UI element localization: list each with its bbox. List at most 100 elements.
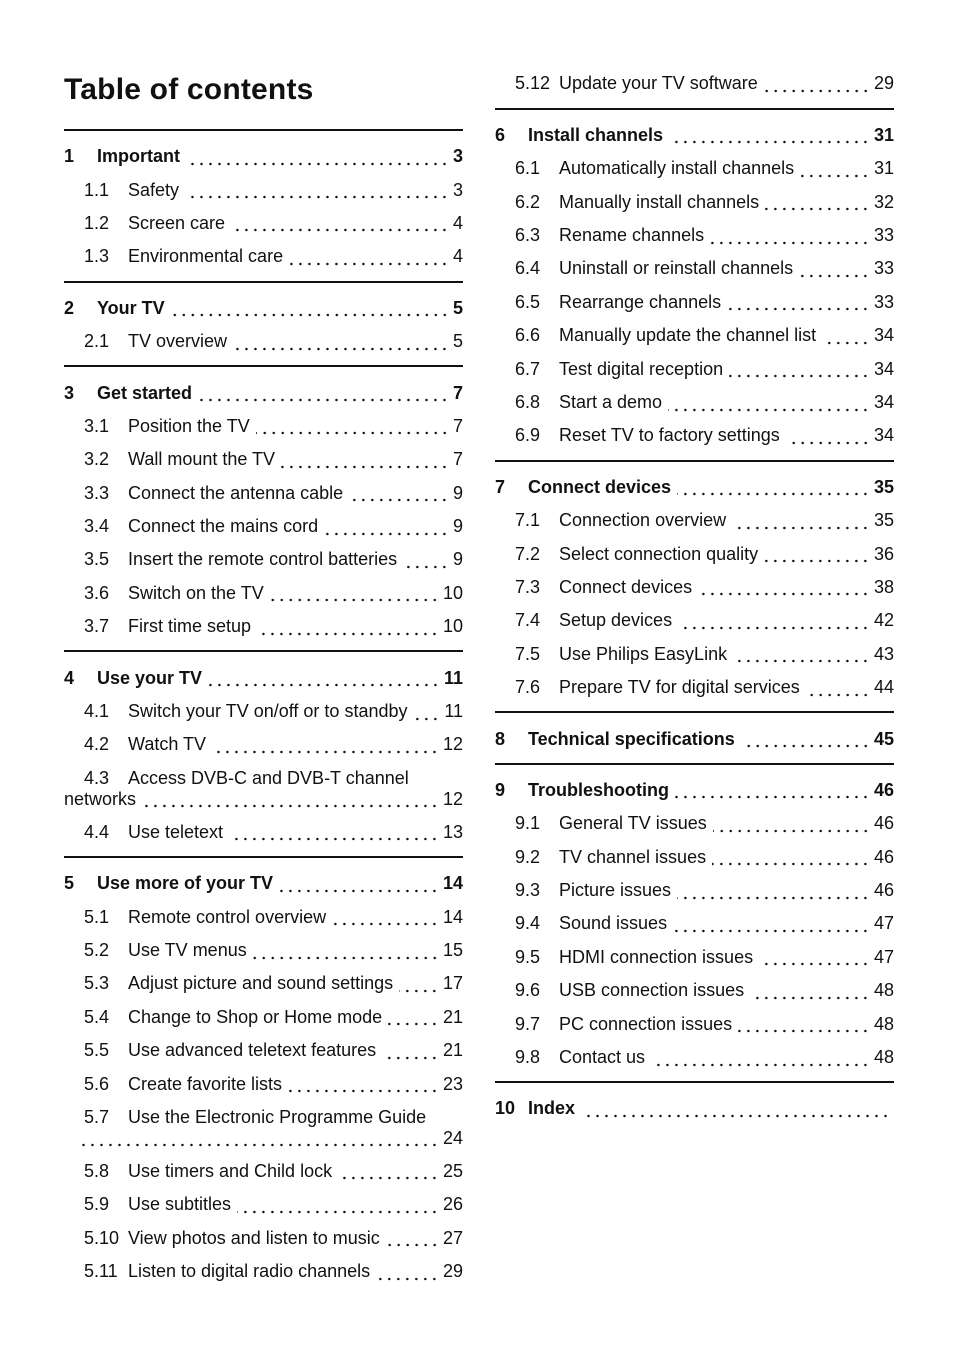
entry-number: 7.6 <box>515 677 541 698</box>
toc-entry[interactable]: 3.5 Insert the remote control batteries 9 <box>64 543 463 576</box>
dot-leader <box>651 1048 870 1067</box>
toc-entry[interactable]: 9.1 General TV issues 46 <box>495 807 894 840</box>
toc-entry[interactable]: 1.3 Environmental care 4 <box>64 240 463 273</box>
toc-entry[interactable]: 7.2 Select connection quality 36 <box>495 537 894 570</box>
entry-number: 1.2 <box>84 212 110 233</box>
toc-entry[interactable]: 6.1 Automatically install channels 31 <box>495 152 894 185</box>
toc-entry[interactable]: 6.9 Reset TV to factory settings 34 <box>495 419 894 452</box>
entry-title: Switch your TV on/off or to standby <box>128 701 408 722</box>
section-title: Use your TV <box>97 667 203 688</box>
toc-entry[interactable]: 3.4 Connect the mains cord 9 <box>64 510 463 543</box>
toc-entry[interactable]: 6.8 Start a demo 34 <box>495 386 894 419</box>
entry-number: 6.2 <box>515 191 541 212</box>
entry-number: 3.2 <box>84 449 110 470</box>
toc-entry[interactable]: 2.1 TV overview 5 <box>64 325 463 358</box>
toc-section-heading[interactable]: 5 Use more of your TV 14 <box>64 867 463 900</box>
toc-section-heading[interactable]: 3 Get started 7 <box>64 376 463 409</box>
dot-leader <box>288 1075 439 1094</box>
toc-entry[interactable]: 5.1 Remote control overview 14 <box>64 900 463 933</box>
toc-entry[interactable]: 9.4 Sound issues 47 <box>495 907 894 940</box>
toc-entry[interactable]: 3.6 Switch on the TV 10 <box>64 577 463 610</box>
toc-entry[interactable]: 9.3 Picture issues 46 <box>495 874 894 907</box>
toc-entry[interactable]: 5.11 Listen to digital radio channels 29 <box>64 1255 463 1288</box>
toc-entry[interactable]: 9.8 Contact us 48 <box>495 1041 894 1074</box>
toc-entry[interactable]: 5.6 Create favorite lists 23 <box>64 1067 463 1100</box>
entry-number: 6.5 <box>515 291 541 312</box>
toc-entry[interactable]: 7.4 Setup devices 42 <box>495 604 894 637</box>
toc-entry[interactable]: 5.3 Adjust picture and sound settings 17 <box>64 967 463 1000</box>
toc-entry[interactable]: 6.3 Rename channels 33 <box>495 219 894 252</box>
toc-entry[interactable]: 6.7 Test digital reception 34 <box>495 352 894 385</box>
toc-section-heading[interactable]: 9 Troubleshooting 46 <box>495 774 894 807</box>
entry-number: 5.5 <box>84 1040 110 1061</box>
toc-entry[interactable]: 5.9 Use subtitles 26 <box>64 1188 463 1221</box>
entry-number: 2.1 <box>84 331 110 352</box>
toc-entry[interactable]: 5.4 Change to Shop or Home mode 21 <box>64 1001 463 1034</box>
toc-entry[interactable]: 3.1 Position the TV 7 <box>64 410 463 443</box>
section-title: Get started <box>97 382 193 403</box>
toc-section-heading[interactable]: 6 Install channels 31 <box>495 119 894 152</box>
dot-leader <box>252 941 439 960</box>
toc-entry[interactable]: 6.6 Manually update the channel list 34 <box>495 319 894 352</box>
toc-entry[interactable]: 9.5 HDMI connection issues 47 <box>495 941 894 974</box>
page-number: 35 <box>873 476 894 497</box>
toc-section-heading[interactable]: 10 Index <box>495 1092 894 1125</box>
toc-entry[interactable]: 5.7 Use the Electronic Programme Guide 24 <box>64 1101 463 1155</box>
toc-entry[interactable]: 9.2 TV channel issues 46 <box>495 841 894 874</box>
dot-leader <box>403 550 449 569</box>
toc-entry[interactable]: 3.3 Connect the antenna cable 9 <box>64 477 463 510</box>
entry-number: 9.2 <box>515 846 541 867</box>
toc-entry[interactable]: 7.6 Prepare TV for digital services 44 <box>495 671 894 704</box>
toc-entry[interactable]: 3.2 Wall mount the TV 7 <box>64 443 463 476</box>
toc-entry[interactable]: 5.2 Use TV menus 15 <box>64 934 463 967</box>
toc-entry[interactable]: 7.5 Use Philips EasyLink 43 <box>495 638 894 671</box>
entry-number: 1.3 <box>84 246 110 267</box>
toc-entry[interactable]: 5.5 Use advanced teletext features 21 <box>64 1034 463 1067</box>
dot-leader <box>740 730 870 749</box>
page-number: 34 <box>873 358 894 379</box>
toc-section-heading[interactable]: 4 Use your TV 11 <box>64 661 463 694</box>
entry-title: TV overview <box>128 331 228 352</box>
page-number: 47 <box>873 946 894 967</box>
dot-leader <box>385 1229 439 1248</box>
toc-entry[interactable]: 4.4 Use teletext 13 <box>64 816 463 849</box>
toc-left-column: Table of contents 1 Important 3 1.1 Safety 3 1… <box>64 62 463 1295</box>
toc-entry[interactable]: 1.1 Safety 3 <box>64 173 463 206</box>
toc-entry[interactable]: 3.7 First time setup 10 <box>64 610 463 643</box>
toc-entry[interactable]: 5.10 View photos and listen to music 27 <box>64 1222 463 1255</box>
entry-title: Use teletext <box>128 821 224 842</box>
toc-entry[interactable]: 4.3 Access DVB-C and DVB-T channel network… <box>64 762 463 816</box>
toc-entry[interactable]: 4.2 Watch TV 12 <box>64 728 463 761</box>
entry-number: 6.3 <box>515 225 541 246</box>
page-number: 34 <box>873 392 894 412</box>
dot-leader <box>281 450 449 469</box>
toc-entry[interactable]: 5.8 Use timers and Child lock 25 <box>64 1155 463 1188</box>
dot-leader <box>678 611 870 630</box>
dot-leader <box>170 299 449 318</box>
entry-title: Connect the antenna cable <box>128 482 344 503</box>
page-number: 3 <box>452 179 463 200</box>
dot-leader <box>212 735 439 754</box>
toc-section-heading[interactable]: 2 Your TV 5 <box>64 292 463 325</box>
dot-leader <box>349 484 449 503</box>
toc-entry[interactable]: 5.12 Update your TV software 29 <box>495 67 894 100</box>
toc-entry[interactable]: 4.1 Switch your TV on/off or to standby 11 <box>64 695 463 728</box>
toc-entry[interactable]: 6.5 Rearrange channels 33 <box>495 286 894 319</box>
dot-leader <box>727 293 870 312</box>
toc-entry[interactable]: 7.3 Connect devices 38 <box>495 571 894 604</box>
dot-leader <box>399 974 439 993</box>
toc-entry[interactable]: 7.1 Connection overview 35 <box>495 504 894 537</box>
entry-title: Rename channels <box>559 225 705 246</box>
toc-entry[interactable]: 6.4 Uninstall or reinstall channels 33 <box>495 252 894 285</box>
toc-section-heading[interactable]: 7 Connect devices 35 <box>495 471 894 504</box>
dot-leader <box>677 881 870 900</box>
toc-entry[interactable]: 1.2 Screen care 4 <box>64 207 463 240</box>
entry-number: 6.4 <box>515 258 541 279</box>
toc-entry[interactable]: 9.7 PC connection issues 48 <box>495 1007 894 1040</box>
toc-entry[interactable]: 9.6 USB connection issues 48 <box>495 974 894 1007</box>
toc-section-heading[interactable]: 8 Technical specifications 45 <box>495 722 894 755</box>
dot-leader <box>710 226 870 245</box>
toc-entry[interactable]: 6.2 Manually install channels 32 <box>495 185 894 218</box>
toc-section-heading[interactable]: 1 Important 3 <box>64 140 463 173</box>
dot-leader <box>673 914 870 933</box>
